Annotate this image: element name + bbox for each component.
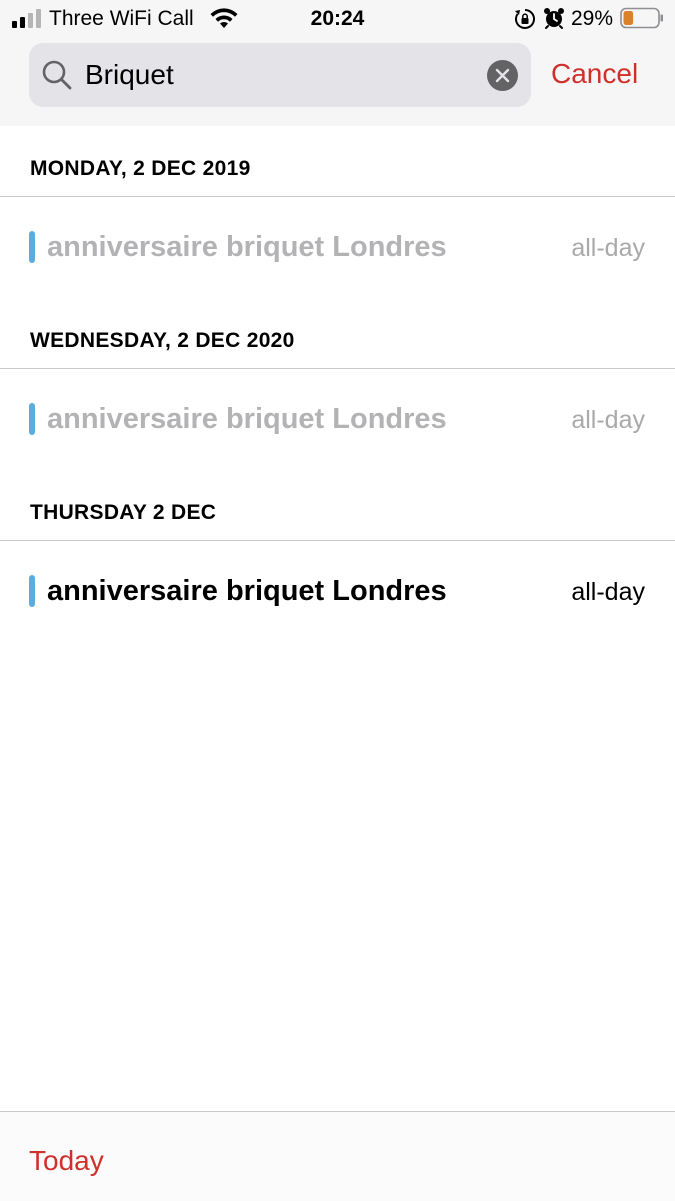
cancel-button[interactable]: Cancel (551, 56, 638, 92)
event-time: all-day (571, 234, 645, 262)
section-header: WEDNESDAY, 2 DEC 2020 (30, 329, 295, 352)
event-time: all-day (571, 406, 645, 434)
clear-search-button[interactable] (487, 60, 518, 91)
event-title: anniversaire briquet Londres (47, 575, 447, 607)
status-bar: Three WiFi Call 20:24 29% (0, 0, 675, 36)
search-field[interactable] (29, 43, 531, 107)
divider (0, 368, 675, 369)
bottom-toolbar: Today (0, 1111, 675, 1201)
event-title: anniversaire briquet Londres (47, 231, 447, 263)
event-row[interactable]: anniversaire briquet Londres all-day (0, 542, 675, 642)
event-title: anniversaire briquet Londres (47, 403, 447, 435)
rotation-lock-icon (515, 9, 535, 29)
event-time: all-day (571, 578, 645, 606)
search-icon (42, 60, 72, 90)
event-row[interactable]: anniversaire briquet Londres all-day (0, 370, 675, 470)
clear-icon (495, 68, 510, 83)
event-row[interactable]: anniversaire briquet Londres all-day (0, 198, 675, 298)
section-header: THURSDAY 2 DEC (30, 501, 217, 524)
battery-icon (620, 7, 663, 29)
battery-percent: 29% (571, 7, 614, 30)
calendar-color-bar (29, 231, 35, 263)
divider (0, 540, 675, 541)
search-input[interactable] (85, 43, 465, 107)
section-header: MONDAY, 2 DEC 2019 (30, 157, 251, 180)
divider (0, 196, 675, 197)
today-button[interactable]: Today (29, 1143, 104, 1179)
header-area: Three WiFi Call 20:24 29% Briquet Cancel (0, 0, 675, 126)
alarm-icon (544, 8, 564, 29)
calendar-color-bar (29, 403, 35, 435)
calendar-color-bar (29, 575, 35, 607)
